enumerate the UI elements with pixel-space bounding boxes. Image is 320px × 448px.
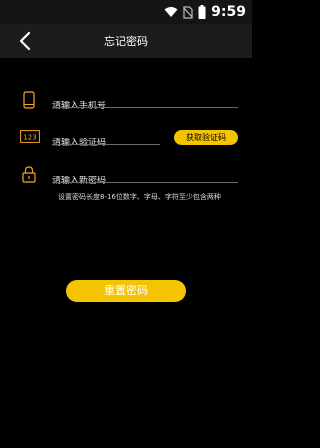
code-icon-text: 123 [23,133,36,141]
page-title: 忘记密码 [104,35,148,48]
phone-underline [52,107,238,108]
battery-icon [198,5,206,19]
phone-field[interactable] [52,93,237,111]
password-hint: 设置密码长度8-16位数字、字母、字符至少包含两种 [58,193,221,201]
new-password-underline [52,182,238,183]
code-field[interactable] [52,130,160,148]
status-icons: 9:59 [164,4,246,20]
wifi-icon [164,7,178,17]
code-icon: 123 [20,130,40,143]
status-time: 9:59 [211,4,246,20]
app-header: 忘记密码 [0,24,252,58]
status-bar: 9:59 [0,0,252,24]
no-sim-icon [183,5,194,19]
lock-icon [22,166,36,183]
phone-icon [23,91,35,109]
code-input[interactable] [52,138,160,148]
new-password-field[interactable] [52,168,237,186]
get-code-button[interactable]: 获取验证码 [174,130,238,145]
new-password-input[interactable] [52,176,237,186]
phone-input[interactable] [52,101,237,111]
code-underline [52,144,160,145]
reset-password-button[interactable]: 重置密码 [66,280,186,302]
